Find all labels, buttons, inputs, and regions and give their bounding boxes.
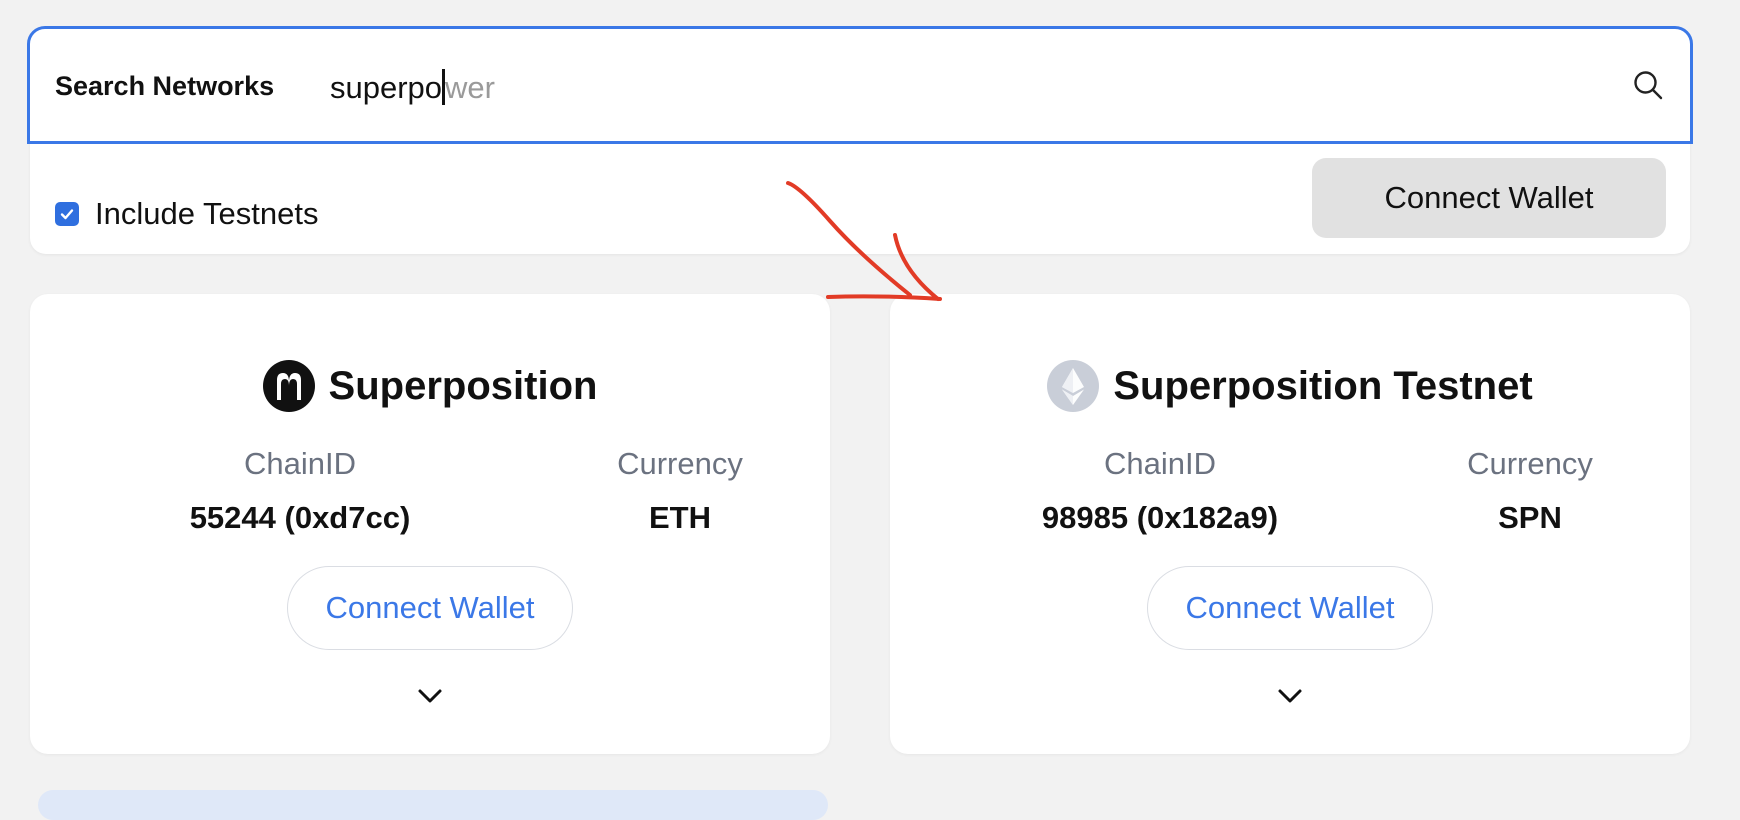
include-testnets-label: Include Testnets [95, 196, 319, 231]
include-testnets-toggle[interactable]: Include Testnets [55, 196, 318, 232]
search-input[interactable]: superpower [330, 59, 1610, 115]
next-network-card-peek [38, 790, 828, 820]
chain-id-section: ChainID 98985 (0x182a9) [990, 446, 1330, 536]
card-connect-wallet-button[interactable]: Connect Wallet [287, 566, 573, 650]
search-typed-text: superpo [330, 70, 443, 105]
superposition-logo-icon [262, 360, 315, 412]
include-testnets-checkbox[interactable] [55, 202, 79, 226]
card-connect-wallet-button[interactable]: Connect Wallet [1147, 566, 1433, 650]
network-name: Superposition Testnet [1113, 363, 1533, 408]
currency-value: SPN [1498, 500, 1562, 535]
network-name: Superposition [328, 363, 598, 408]
search-input-text[interactable]: superpower [330, 69, 495, 106]
chain-id-label: ChainID [244, 446, 356, 481]
chain-id-label: ChainID [1104, 446, 1216, 481]
chevron-down-icon[interactable] [414, 684, 446, 708]
network-card-superposition: Superposition ChainID 55244 (0xd7cc) Cur… [30, 294, 830, 754]
network-title-row: Superposition [30, 360, 830, 412]
search-label: Search Networks [55, 71, 275, 101]
currency-section: Currency ETH [570, 446, 790, 536]
currency-label: Currency [1467, 446, 1593, 481]
currency-value: ETH [649, 500, 711, 535]
network-card-superposition-testnet: Superposition Testnet ChainID 98985 (0x1… [890, 294, 1690, 754]
connect-wallet-button[interactable]: Connect Wallet [1312, 158, 1666, 238]
network-filter-panel: Search Networks superpower Include Testn… [27, 26, 1693, 254]
chevron-down-icon[interactable] [1274, 684, 1306, 708]
checkmark-icon [60, 209, 74, 220]
search-icon[interactable] [1632, 69, 1664, 101]
chain-id-value: 55244 (0xd7cc) [189, 500, 411, 535]
network-title-row: Superposition Testnet [890, 360, 1690, 412]
currency-section: Currency SPN [1420, 446, 1640, 536]
search-bar[interactable]: Search Networks superpower [27, 26, 1693, 144]
search-autocomplete-suggestion: wer [445, 70, 495, 105]
currency-label: Currency [617, 446, 743, 481]
chain-id-value: 98985 (0x182a9) [1041, 500, 1279, 535]
ethereum-logo-icon [1047, 360, 1100, 412]
chain-id-section: ChainID 55244 (0xd7cc) [140, 446, 460, 536]
